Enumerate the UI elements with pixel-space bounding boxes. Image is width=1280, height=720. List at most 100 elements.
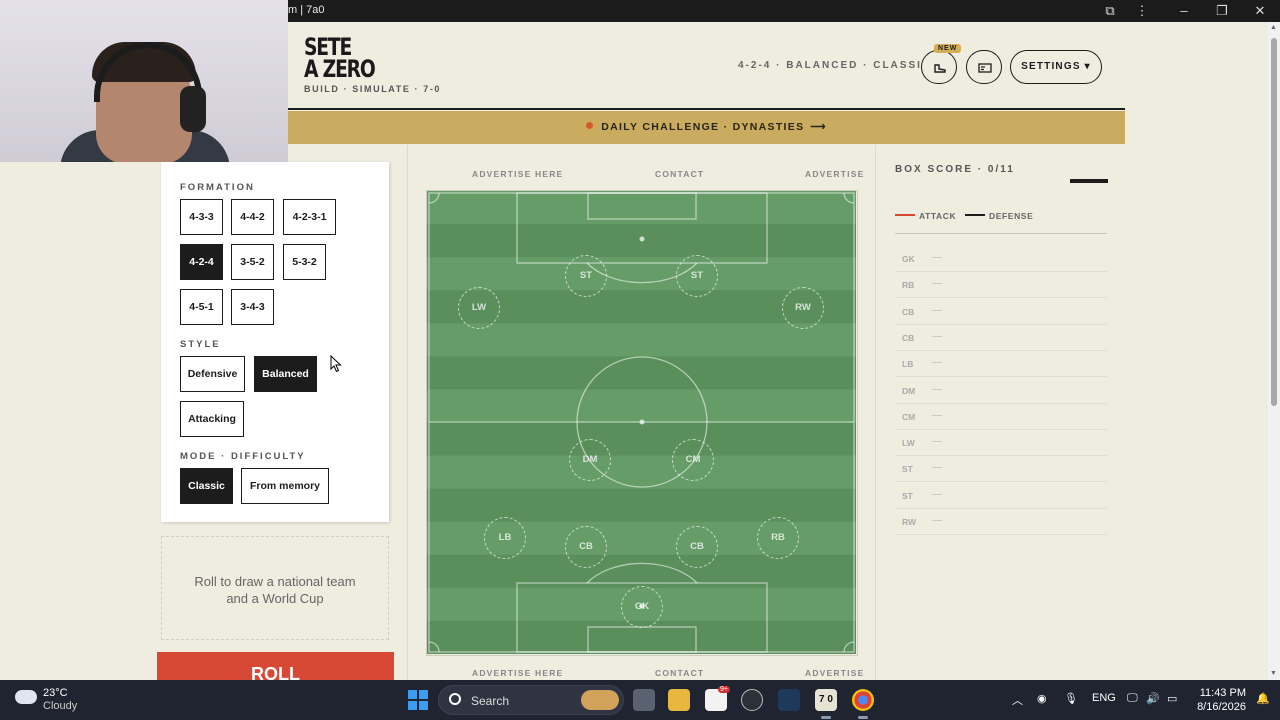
player-slot-cb[interactable]: CB — [676, 526, 718, 568]
chrome-icon[interactable] — [852, 689, 874, 711]
pitch-markings — [427, 191, 856, 654]
advertise-link[interactable]: ADVERTISE — [805, 668, 864, 678]
advertise-here-link[interactable]: ADVERTISE HERE — [472, 169, 563, 179]
daily-challenge-banner[interactable]: DAILY CHALLENGE · DYNASTIES ⟶ — [288, 111, 1125, 144]
player-slot-rb[interactable]: RB — [757, 517, 799, 559]
file-explorer-icon[interactable] — [668, 689, 690, 711]
position-label: LB — [902, 359, 914, 370]
style-option[interactable]: Defensive — [180, 356, 245, 392]
position-value: — — [932, 383, 942, 395]
site-logo[interactable]: SETE A ZERO — [304, 35, 376, 81]
formation-option[interactable]: 4-3-3 — [180, 199, 223, 235]
position-value: — — [932, 304, 942, 316]
setup-summary: 4-2-4 · BALANCED · CLASSIC — [738, 60, 932, 71]
box-score-row: DM — — [895, 378, 1107, 404]
volume-icon[interactable]: 🔊 — [1146, 692, 1160, 705]
player-slot-lw[interactable]: LW — [458, 287, 500, 329]
weather-temp[interactable]: 23°C — [43, 687, 68, 699]
card-icon — [978, 63, 992, 73]
battery-icon[interactable]: ▭ — [1167, 692, 1177, 705]
style-option[interactable]: Attacking — [180, 401, 244, 437]
box-score-row: LW — — [895, 430, 1107, 457]
divider — [407, 145, 408, 680]
arrow-right-icon: ⟶ — [810, 121, 827, 133]
formation-option[interactable]: 3-4-3 — [231, 289, 274, 325]
legend-defense: DEFENSE — [965, 211, 1033, 221]
position-value: — — [932, 515, 942, 526]
position-label: LW — [902, 438, 915, 449]
formation-option[interactable]: 3-5-2 — [231, 244, 274, 280]
weather-desc[interactable]: Cloudy — [43, 700, 77, 712]
notifications-icon[interactable]: 🔔 — [1256, 692, 1270, 705]
position-label: GK — [902, 254, 915, 264]
football-pitch: ST ST LW RW DM CM LB CB CB RB GK — [426, 190, 858, 656]
mouse-cursor-icon — [330, 355, 342, 373]
player-slot-st[interactable]: ST — [676, 255, 718, 297]
mode-option[interactable]: From memory — [241, 468, 329, 504]
roll-button[interactable]: ROLL — [157, 652, 394, 682]
more-menu-icon[interactable]: ⋮ — [1131, 2, 1153, 20]
player-slot-st[interactable]: ST — [565, 255, 607, 297]
formation-option[interactable]: 4-5-1 — [180, 289, 223, 325]
box-score-row: CB — — [895, 299, 1107, 325]
box-score-row: CB — — [895, 325, 1107, 351]
advertise-here-link[interactable]: ADVERTISE HERE — [472, 668, 563, 678]
formation-option-selected[interactable]: 4-2-4 — [180, 244, 223, 280]
site-header: SETE A ZERO BUILD · SIMULATE · 7-0 4-2-4… — [288, 22, 1125, 110]
task-view-icon[interactable] — [633, 689, 655, 711]
box-score-row: RB — — [895, 272, 1107, 299]
steam-icon[interactable] — [778, 689, 800, 711]
taskbar-search[interactable]: Search — [438, 685, 624, 715]
extensions-icon[interactable]: ⧉ — [1099, 2, 1121, 20]
formation-label: FORMATION — [180, 182, 255, 193]
contact-link[interactable]: CONTACT — [655, 668, 704, 678]
formation-option[interactable]: 4-4-2 — [231, 199, 274, 235]
divider — [875, 145, 876, 680]
box-score-row: RW — — [895, 509, 1107, 535]
box-score-row: ST — — [895, 483, 1107, 509]
sete-a-zero-tab-icon[interactable]: 7 0 — [815, 689, 837, 711]
active-indicator — [821, 716, 831, 719]
box-score-row: CM — — [895, 404, 1107, 430]
style-option-selected[interactable]: Balanced — [254, 356, 317, 392]
close-icon[interactable]: ✕ — [1249, 2, 1271, 20]
position-value: — — [932, 330, 942, 342]
player-slot-cb[interactable]: CB — [565, 526, 607, 568]
card-button[interactable] — [966, 50, 1002, 84]
player-slot-dm[interactable]: DM — [569, 439, 611, 481]
new-feature-button[interactable] — [921, 50, 957, 84]
roll-hint-line1: Roll to draw a national team — [194, 574, 356, 589]
player-slot-lb[interactable]: LB — [484, 517, 526, 559]
contact-link[interactable]: CONTACT — [655, 169, 704, 179]
mode-label: MODE · DIFFICULTY — [180, 451, 306, 462]
clock[interactable]: 11:43 PM 8/16/2026 — [1196, 686, 1246, 714]
tray-app-icon[interactable]: ◉ — [1037, 692, 1047, 705]
position-value: — — [932, 278, 942, 290]
position-label: CB — [902, 306, 915, 317]
box-score-row: LB — — [895, 351, 1107, 378]
restore-icon[interactable]: ❐ — [1211, 2, 1233, 20]
settings-button[interactable]: SETTINGS ▾ — [1010, 50, 1102, 84]
app-circle-icon[interactable] — [741, 689, 763, 711]
network-icon[interactable]: 🖵 — [1127, 692, 1138, 705]
player-slot-rw[interactable]: RW — [782, 287, 824, 329]
player-slot-cm[interactable]: CM — [672, 439, 714, 481]
language-indicator[interactable]: ENG — [1092, 692, 1116, 704]
scroll-down-icon[interactable]: ▼ — [1270, 670, 1278, 678]
mode-option-selected[interactable]: Classic — [180, 468, 233, 504]
attack-swatch — [895, 213, 915, 216]
box-score-progress — [1070, 179, 1108, 183]
formation-option[interactable]: 4-2-3-1 — [283, 199, 336, 235]
position-label: ST — [902, 490, 913, 501]
page-scrollbar[interactable]: ▲ ▼ — [1268, 22, 1280, 680]
chevron-up-icon[interactable]: ︿ — [1012, 692, 1023, 708]
position-label: ST — [902, 464, 913, 475]
scroll-up-icon[interactable]: ▲ — [1270, 24, 1278, 32]
player-slot-gk[interactable]: GK — [621, 586, 663, 628]
formation-option[interactable]: 5-3-2 — [283, 244, 326, 280]
scroll-thumb[interactable] — [1271, 38, 1277, 406]
microphone-icon[interactable]: 🎙 — [1064, 692, 1078, 705]
minimize-icon[interactable]: – — [1173, 2, 1195, 20]
advertise-link[interactable]: ADVERTISE — [805, 169, 864, 179]
windows-start-icon[interactable] — [408, 690, 428, 710]
